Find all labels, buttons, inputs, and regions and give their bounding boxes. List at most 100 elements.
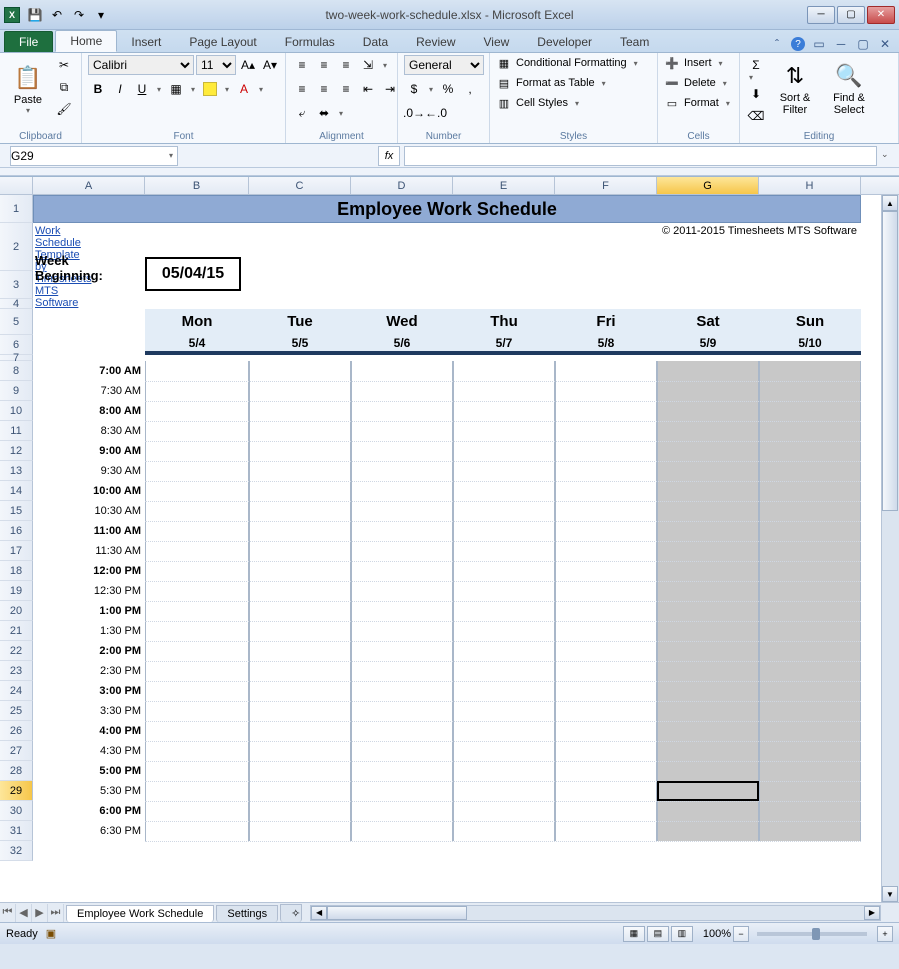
row-header-24[interactable]: 24 xyxy=(0,681,33,701)
zoom-slider[interactable] xyxy=(757,932,867,936)
align-right-button[interactable]: ≡ xyxy=(336,79,356,99)
row-header-22[interactable]: 22 xyxy=(0,641,33,661)
qat-redo-button[interactable]: ↷ xyxy=(69,5,89,25)
font-color-button[interactable]: A xyxy=(234,79,254,99)
tab-team[interactable]: Team xyxy=(606,32,663,52)
name-box[interactable]: G29▾ xyxy=(10,146,178,166)
tab-insert[interactable]: Insert xyxy=(117,32,175,52)
sheet-tab-settings[interactable]: Settings xyxy=(216,905,278,922)
align-left-button[interactable]: ≡ xyxy=(292,79,312,99)
tab-page-layout[interactable]: Page Layout xyxy=(175,32,270,52)
select-all-button[interactable] xyxy=(0,177,33,194)
row-header-4[interactable]: 4 xyxy=(0,299,33,309)
scroll-left-button[interactable]: ◀ xyxy=(311,906,327,920)
increase-font-button[interactable]: A▴ xyxy=(238,55,258,75)
hscroll-thumb[interactable] xyxy=(327,906,467,920)
macro-record-icon[interactable]: ▣ xyxy=(46,927,56,940)
decrease-indent-button[interactable]: ⇤ xyxy=(358,79,378,99)
row-header-15[interactable]: 15 xyxy=(0,501,33,521)
row-header-1[interactable]: 1 xyxy=(0,195,33,223)
align-bottom-button[interactable]: ≡ xyxy=(336,55,356,75)
sort-filter-button[interactable]: ⇅ Sort & Filter xyxy=(770,55,820,121)
last-sheet-button[interactable]: ⏭ xyxy=(48,904,64,922)
minimize-ribbon-button[interactable]: ˆ xyxy=(769,36,785,52)
tab-view[interactable]: View xyxy=(470,32,524,52)
bold-button[interactable]: B xyxy=(88,79,108,99)
italic-button[interactable]: I xyxy=(110,79,130,99)
row-header-32[interactable]: 32 xyxy=(0,841,33,861)
tab-data[interactable]: Data xyxy=(349,32,402,52)
underline-button[interactable]: U xyxy=(132,79,152,99)
find-select-button[interactable]: 🔍 Find & Select xyxy=(824,55,874,121)
row-header-13[interactable]: 13 xyxy=(0,461,33,481)
page-break-view-button[interactable]: ▥ xyxy=(671,926,693,942)
row-header-30[interactable]: 30 xyxy=(0,801,33,821)
row-header-31[interactable]: 31 xyxy=(0,821,33,841)
fx-button[interactable]: fx xyxy=(378,146,400,166)
row-header-5[interactable]: 5 xyxy=(0,309,33,335)
doc-minimize-button[interactable]: ─ xyxy=(833,36,849,52)
sheet-tab-active[interactable]: Employee Work Schedule xyxy=(66,905,214,922)
horizontal-scrollbar[interactable]: ◀ ▶ xyxy=(310,905,881,921)
tab-review[interactable]: Review xyxy=(402,32,469,52)
paste-button[interactable]: 📋 Paste ▾ xyxy=(6,55,50,121)
qat-save-button[interactable]: 💾 xyxy=(25,5,45,25)
increase-indent-button[interactable]: ⇥ xyxy=(380,79,400,99)
autosum-button[interactable]: Σ xyxy=(746,55,766,75)
delete-cells-button[interactable]: ➖Delete▾ xyxy=(664,75,730,91)
row-header-14[interactable]: 14 xyxy=(0,481,33,501)
row-header-3[interactable]: 3 xyxy=(0,271,33,299)
column-header-C[interactable]: C xyxy=(249,177,351,194)
normal-view-button[interactable]: ▦ xyxy=(623,926,645,942)
decrease-font-button[interactable]: A▾ xyxy=(260,55,280,75)
row-header-20[interactable]: 20 xyxy=(0,601,33,621)
column-header-D[interactable]: D xyxy=(351,177,453,194)
currency-button[interactable]: $ xyxy=(404,79,424,99)
doc-close-button[interactable]: ✕ xyxy=(877,36,893,52)
expand-formula-bar-button[interactable]: ⌄ xyxy=(881,149,895,163)
row-header-18[interactable]: 18 xyxy=(0,561,33,581)
zoom-in-button[interactable]: + xyxy=(877,926,893,942)
border-button[interactable]: ▦ xyxy=(166,79,186,99)
column-header-F[interactable]: F xyxy=(555,177,657,194)
row-header-29[interactable]: 29 xyxy=(0,781,33,801)
close-button[interactable]: ✕ xyxy=(867,6,895,24)
zoom-out-button[interactable]: − xyxy=(733,926,749,942)
row-header-27[interactable]: 27 xyxy=(0,741,33,761)
row-header-2[interactable]: 2 xyxy=(0,223,33,271)
row-header-25[interactable]: 25 xyxy=(0,701,33,721)
row-header-10[interactable]: 10 xyxy=(0,401,33,421)
row-header-12[interactable]: 12 xyxy=(0,441,33,461)
prev-sheet-button[interactable]: ◀ xyxy=(16,904,32,922)
formula-input[interactable] xyxy=(404,146,877,166)
format-as-table-button[interactable]: ▤Format as Table▾ xyxy=(496,75,609,91)
align-middle-button[interactable]: ≡ xyxy=(314,55,334,75)
page-layout-view-button[interactable]: ▤ xyxy=(647,926,669,942)
scroll-right-button[interactable]: ▶ xyxy=(864,906,880,920)
number-format-select[interactable]: General xyxy=(404,55,484,75)
row-header-16[interactable]: 16 xyxy=(0,521,33,541)
fill-color-button[interactable] xyxy=(200,79,220,99)
align-top-button[interactable]: ≡ xyxy=(292,55,312,75)
conditional-formatting-button[interactable]: ▦Conditional Formatting▾ xyxy=(496,55,641,71)
minimize-button[interactable]: ─ xyxy=(807,6,835,24)
scroll-up-button[interactable]: ▲ xyxy=(882,195,898,211)
vertical-scrollbar[interactable]: ▲ ▼ xyxy=(881,195,899,902)
doc-maximize-button[interactable]: ▢ xyxy=(855,36,871,52)
qat-customize-button[interactable]: ▾ xyxy=(91,5,111,25)
fill-button[interactable]: ⬇ xyxy=(746,84,766,104)
first-sheet-button[interactable]: ⏮ xyxy=(0,904,16,922)
vscroll-thumb[interactable] xyxy=(882,211,898,511)
scroll-down-button[interactable]: ▼ xyxy=(882,886,898,902)
qat-undo-button[interactable]: ↶ xyxy=(47,5,67,25)
help-button[interactable]: ? xyxy=(791,37,805,51)
align-center-button[interactable]: ≡ xyxy=(314,79,334,99)
maximize-button[interactable]: ▢ xyxy=(837,6,865,24)
next-sheet-button[interactable]: ▶ xyxy=(32,904,48,922)
tab-developer[interactable]: Developer xyxy=(523,32,606,52)
column-header-E[interactable]: E xyxy=(453,177,555,194)
percent-button[interactable]: % xyxy=(438,79,458,99)
row-header-28[interactable]: 28 xyxy=(0,761,33,781)
tab-file[interactable]: File xyxy=(4,31,53,52)
zoom-thumb[interactable] xyxy=(812,928,820,940)
